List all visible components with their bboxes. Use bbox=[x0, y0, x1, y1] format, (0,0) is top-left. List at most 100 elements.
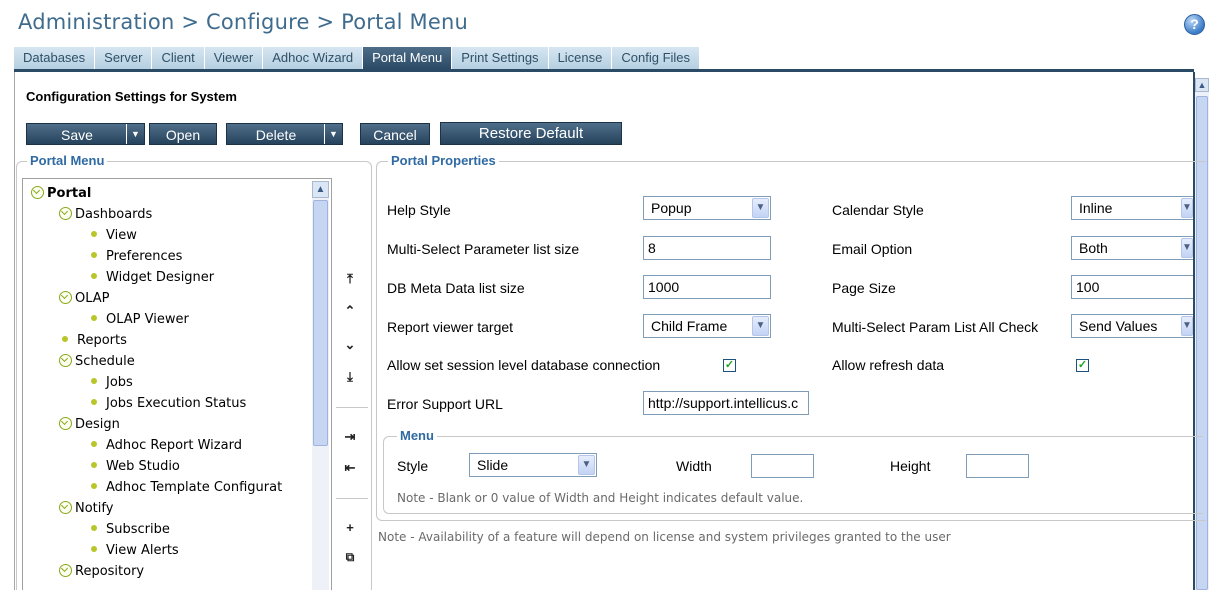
tree-item-widget-designer[interactable]: Widget Designer bbox=[91, 270, 214, 285]
header: Administration > Configure > Portal Menu… bbox=[0, 0, 1209, 50]
collapse-icon[interactable] bbox=[59, 564, 72, 577]
tree-item-jobs[interactable]: Jobs bbox=[91, 375, 133, 390]
viewer-target-select[interactable]: Child Frame ▼ bbox=[643, 314, 771, 338]
menu-height-label: Height bbox=[890, 458, 931, 474]
tab-portal-menu[interactable]: Portal Menu bbox=[363, 47, 453, 69]
tree-scrollbar[interactable]: ▲ bbox=[312, 181, 329, 590]
error-url-label: Error Support URL bbox=[387, 396, 503, 412]
tree-item-web-studio[interactable]: Web Studio bbox=[91, 459, 180, 474]
tree-item-olap-viewer[interactable]: OLAP Viewer bbox=[91, 312, 189, 327]
chevron-down-icon[interactable]: ▼ bbox=[752, 198, 769, 218]
calendar-style-select[interactable]: Inline ▼ bbox=[1071, 196, 1193, 220]
collapse-icon[interactable] bbox=[59, 417, 72, 430]
all-check-select[interactable]: Send Values ▼ bbox=[1071, 314, 1193, 338]
page-size-label: Page Size bbox=[832, 280, 896, 296]
chevron-down-icon[interactable]: ▼ bbox=[1181, 238, 1193, 258]
calendar-style-label: Calendar Style bbox=[832, 202, 924, 218]
scroll-up-icon[interactable]: ▲ bbox=[1195, 78, 1209, 92]
save-button[interactable]: Save ▼ bbox=[26, 123, 145, 145]
move-up-icon[interactable]: ⌃ bbox=[341, 302, 359, 320]
cancel-button[interactable]: Cancel bbox=[360, 123, 430, 145]
tab-databases[interactable]: Databases bbox=[14, 47, 96, 69]
save-dropdown-icon[interactable]: ▼ bbox=[126, 124, 144, 144]
tab-config-files[interactable]: Config Files bbox=[612, 47, 701, 69]
chevron-down-icon[interactable]: ▼ bbox=[1181, 198, 1193, 218]
menu-style-label: Style bbox=[397, 458, 429, 474]
bullet-icon bbox=[91, 399, 97, 405]
move-down-icon[interactable]: ⌄ bbox=[341, 336, 359, 354]
menu-note: Note - Blank or 0 value of Width and Hei… bbox=[397, 491, 804, 505]
tree-item-preferences[interactable]: Preferences bbox=[91, 249, 182, 264]
collapse-icon[interactable] bbox=[59, 291, 72, 304]
tree-item-design[interactable]: Design bbox=[59, 417, 120, 432]
calendar-style-value: Inline bbox=[1079, 200, 1113, 216]
delete-dropdown-icon[interactable]: ▼ bbox=[324, 124, 342, 144]
help-style-select[interactable]: Popup ▼ bbox=[643, 196, 771, 220]
chevron-down-icon[interactable]: ▼ bbox=[578, 455, 595, 475]
email-option-value: Both bbox=[1079, 240, 1108, 256]
tab-adhoc-wizard[interactable]: Adhoc Wizard bbox=[263, 47, 364, 69]
tree-item-adhoc-report-wizard[interactable]: Adhoc Report Wizard bbox=[91, 438, 242, 453]
menu-style-value: Slide bbox=[477, 457, 509, 473]
all-check-value: Send Values bbox=[1079, 318, 1158, 334]
chevron-down-icon[interactable]: ▼ bbox=[1181, 316, 1193, 336]
tab-server[interactable]: Server bbox=[95, 47, 153, 69]
tree-item-view-alerts[interactable]: View Alerts bbox=[91, 543, 179, 558]
refresh-data-checkbox[interactable]: ✓ bbox=[1076, 359, 1089, 372]
delete-button[interactable]: Delete ▼ bbox=[226, 123, 343, 145]
tree-item-adhoc-template-configuration[interactable]: Adhoc Template Configurat bbox=[91, 480, 282, 495]
page-size-input[interactable]: 100 bbox=[1071, 275, 1193, 299]
collapse-icon[interactable] bbox=[59, 207, 72, 220]
tree-scroll-up-icon[interactable]: ▲ bbox=[312, 181, 329, 198]
collapse-icon[interactable] bbox=[59, 354, 72, 367]
tree-item-label: Widget Designer bbox=[106, 270, 215, 285]
refresh-data-label: Allow refresh data bbox=[832, 357, 945, 373]
tree-item-olap[interactable]: OLAP bbox=[59, 291, 110, 306]
collapse-icon[interactable] bbox=[31, 186, 44, 199]
session-db-checkbox[interactable]: ✓ bbox=[723, 359, 736, 372]
move-top-icon[interactable]: ⤒ bbox=[341, 270, 359, 288]
panel-left-border bbox=[14, 72, 15, 590]
move-bottom-icon[interactable]: ⤓ bbox=[341, 368, 359, 386]
menu-style-select[interactable]: Slide ▼ bbox=[469, 453, 597, 477]
email-option-select[interactable]: Both ▼ bbox=[1071, 236, 1193, 260]
availability-note: Note - Availability of a feature will de… bbox=[378, 530, 951, 544]
tree-item-subscribe[interactable]: Subscribe bbox=[91, 522, 170, 537]
tree-scroll-thumb[interactable] bbox=[313, 200, 328, 446]
tab-print-settings[interactable]: Print Settings bbox=[452, 47, 549, 69]
tree-item-reports[interactable]: Reports bbox=[62, 333, 127, 348]
menu-height-input[interactable] bbox=[966, 454, 1029, 478]
collapse-icon[interactable] bbox=[59, 501, 72, 514]
bullet-icon bbox=[91, 462, 97, 468]
email-option-label: Email Option bbox=[832, 241, 913, 257]
tab-client[interactable]: Client bbox=[152, 47, 205, 69]
add-item-icon[interactable]: + bbox=[341, 519, 359, 537]
bullet-icon bbox=[91, 252, 97, 258]
tree-item-portal[interactable]: Portal bbox=[31, 186, 91, 201]
tree-item-view[interactable]: View bbox=[91, 228, 137, 243]
chevron-down-icon[interactable]: ▼ bbox=[752, 316, 769, 336]
restore-default-button[interactable]: Restore Default bbox=[440, 122, 622, 145]
tree-item-dashboards[interactable]: Dashboards bbox=[59, 207, 152, 222]
bullet-icon bbox=[91, 231, 97, 237]
move-separator bbox=[336, 498, 368, 499]
help-icon[interactable]: ? bbox=[1184, 14, 1205, 35]
indent-icon[interactable]: ⇥ bbox=[341, 428, 359, 446]
open-button[interactable]: Open bbox=[149, 123, 217, 145]
copy-item-icon[interactable]: ⧉ bbox=[341, 548, 359, 566]
tree-item-label: OLAP Viewer bbox=[106, 312, 189, 327]
tab-viewer[interactable]: Viewer bbox=[204, 47, 264, 69]
bullet-icon bbox=[91, 273, 97, 279]
db-meta-size-input[interactable]: 1000 bbox=[643, 275, 771, 299]
multi-select-size-input[interactable]: 8 bbox=[643, 236, 771, 260]
bullet-icon bbox=[91, 315, 97, 321]
outdent-icon[interactable]: ⇤ bbox=[341, 459, 359, 477]
menu-width-input[interactable] bbox=[751, 454, 814, 478]
tab-license[interactable]: License bbox=[548, 47, 613, 69]
tree-item-notify[interactable]: Notify bbox=[59, 501, 113, 516]
tree-item-schedule[interactable]: Schedule bbox=[59, 354, 135, 369]
error-url-input[interactable]: http://support.intellicus.c bbox=[643, 391, 809, 415]
tree-item-repository[interactable]: Repository bbox=[59, 564, 144, 579]
tree-item-label: Preferences bbox=[106, 249, 183, 264]
tree-item-jobs-execution-status[interactable]: Jobs Execution Status bbox=[91, 396, 246, 411]
